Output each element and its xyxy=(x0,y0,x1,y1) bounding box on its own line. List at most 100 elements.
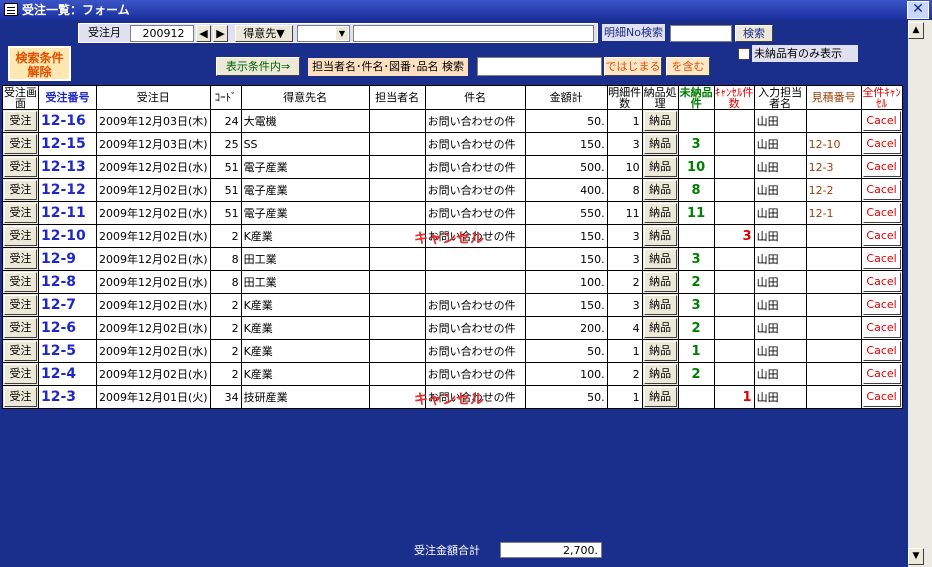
deliver-button[interactable]: 納品 xyxy=(643,318,677,338)
deliver-button[interactable]: 納品 xyxy=(643,364,677,384)
deliver-button[interactable]: 納品 xyxy=(643,180,677,200)
deliver-button-cell: 納品 xyxy=(641,224,679,248)
cancel-all-button[interactable]: Cacel xyxy=(862,134,901,154)
staff-name xyxy=(368,178,426,202)
open-order-button[interactable]: 受注 xyxy=(4,364,37,384)
estimate-no xyxy=(805,385,862,409)
open-order-button[interactable]: 受注 xyxy=(4,272,37,292)
deliver-button[interactable]: 納品 xyxy=(643,157,677,177)
vertical-scrollbar[interactable] xyxy=(908,20,932,567)
subject xyxy=(424,270,526,294)
order-no: 12-13 xyxy=(38,155,97,179)
col-order-screen: 受注画面 xyxy=(2,85,39,110)
scroll-up-button[interactable]: ▲ xyxy=(908,22,924,39)
cancel-all-button[interactable]: Cacel xyxy=(862,203,901,223)
line-count: 3 xyxy=(606,247,643,271)
table-row: 受注 12-9 2009年12月02日(水) 8 田工業 150. 3 納品 3 山田 Cacel xyxy=(2,247,903,271)
estimate-no xyxy=(805,293,862,317)
open-order-button[interactable]: 受注 xyxy=(4,249,37,269)
estimate-no xyxy=(805,339,862,363)
contains-button[interactable]: を含む xyxy=(666,57,710,76)
input-staff: 山田 xyxy=(753,201,807,225)
cancel-all-cell: Cacel xyxy=(860,224,903,248)
open-order-button[interactable]: 受注 xyxy=(4,318,37,338)
starts-with-button[interactable]: ではじまる xyxy=(604,57,662,76)
cancel-all-button[interactable]: Cacel xyxy=(862,226,901,246)
cancel-all-button[interactable]: Cacel xyxy=(862,157,901,177)
display-condition-button[interactable]: 表示条件内⇒ xyxy=(216,57,300,76)
customer-dropdown-button[interactable]: 得意先▼ xyxy=(235,25,293,42)
undelivered-count: 8 xyxy=(677,178,715,202)
undelivered-only-checkbox[interactable] xyxy=(738,48,750,60)
open-order-button[interactable]: 受注 xyxy=(4,134,37,154)
subject: お問い合わせの件 xyxy=(424,132,526,156)
cancel-all-button[interactable]: Cacel xyxy=(862,272,901,292)
open-order-button[interactable]: 受注 xyxy=(4,180,37,200)
deliver-button[interactable]: 納品 xyxy=(643,203,677,223)
deliver-button-cell: 納品 xyxy=(641,109,679,133)
amount: 150. xyxy=(524,132,608,156)
undelivered-count: 2 xyxy=(677,270,715,294)
search-button[interactable]: 検索 xyxy=(735,25,773,42)
line-count: 1 xyxy=(606,385,643,409)
next-month-button[interactable]: ▶ xyxy=(213,25,228,42)
customer-name: 大電機 xyxy=(240,109,370,133)
detail-no-input[interactable] xyxy=(670,25,732,42)
staff-name xyxy=(368,247,426,271)
input-staff: 山田 xyxy=(753,155,807,179)
deliver-button[interactable]: 納品 xyxy=(643,111,677,131)
customer-code-select[interactable]: ▼ xyxy=(297,25,350,42)
deliver-button[interactable]: 納品 xyxy=(643,341,677,361)
customer-code: 2 xyxy=(209,362,242,386)
prev-month-button[interactable]: ◀ xyxy=(196,25,211,42)
cancel-all-button[interactable]: Cacel xyxy=(862,364,901,384)
cancel-all-button[interactable]: Cacel xyxy=(862,111,901,131)
deliver-button[interactable]: 納品 xyxy=(643,272,677,292)
clear-conditions-button[interactable]: 検索条件解除 xyxy=(8,46,71,81)
deliver-button[interactable]: 納品 xyxy=(643,226,677,246)
cancel-all-button[interactable]: Cacel xyxy=(862,249,901,269)
staff-name xyxy=(368,109,426,133)
deliver-button[interactable]: 納品 xyxy=(643,134,677,154)
input-staff: 山田 xyxy=(753,270,807,294)
subject: お問い合わせの件 xyxy=(424,339,526,363)
order-no: 12-8 xyxy=(38,270,97,294)
open-order-button[interactable]: 受注 xyxy=(4,387,37,407)
cancel-all-button[interactable]: Cacel xyxy=(862,341,901,361)
month-input[interactable]: 200912 xyxy=(130,25,194,42)
order-date: 2009年12月02日(水) xyxy=(96,362,211,386)
subject: お問い合わせの件 xyxy=(424,316,526,340)
open-order-button[interactable]: 受注 xyxy=(4,226,37,246)
deliver-button[interactable]: 納品 xyxy=(643,249,677,269)
deliver-button[interactable]: 納品 xyxy=(643,387,677,407)
deliver-button[interactable]: 納品 xyxy=(643,295,677,315)
cancelled-count xyxy=(713,155,755,179)
customer-name-input[interactable] xyxy=(353,25,594,42)
order-date: 2009年12月03日(木) xyxy=(96,109,211,133)
scroll-down-button[interactable]: ▼ xyxy=(908,548,924,565)
open-order-button-cell: 受注 xyxy=(2,339,39,363)
amount: 50. xyxy=(524,385,608,409)
cancel-all-button[interactable]: Cacel xyxy=(862,295,901,315)
cancel-all-button[interactable]: Cacel xyxy=(862,180,901,200)
cancel-all-cell: Cacel xyxy=(860,247,903,271)
cancel-all-button[interactable]: Cacel xyxy=(862,387,901,407)
close-button[interactable]: ✕ xyxy=(907,1,929,19)
cancelled-count xyxy=(713,316,755,340)
order-date: 2009年12月02日(水) xyxy=(96,155,211,179)
dropdown-arrow-icon: ▼ xyxy=(336,27,348,40)
field-search-input[interactable] xyxy=(477,57,602,76)
cancelled-count xyxy=(713,178,755,202)
open-order-button-cell: 受注 xyxy=(2,362,39,386)
open-order-button-cell: 受注 xyxy=(2,178,39,202)
detail-search-label: 明細No検索 xyxy=(602,24,665,41)
open-order-button[interactable]: 受注 xyxy=(4,111,37,131)
customer-code: 8 xyxy=(209,247,242,271)
open-order-button[interactable]: 受注 xyxy=(4,341,37,361)
subject xyxy=(424,247,526,271)
estimate-no xyxy=(805,224,862,248)
cancel-all-button[interactable]: Cacel xyxy=(862,318,901,338)
open-order-button[interactable]: 受注 xyxy=(4,203,37,223)
open-order-button[interactable]: 受注 xyxy=(4,295,37,315)
open-order-button[interactable]: 受注 xyxy=(4,157,37,177)
